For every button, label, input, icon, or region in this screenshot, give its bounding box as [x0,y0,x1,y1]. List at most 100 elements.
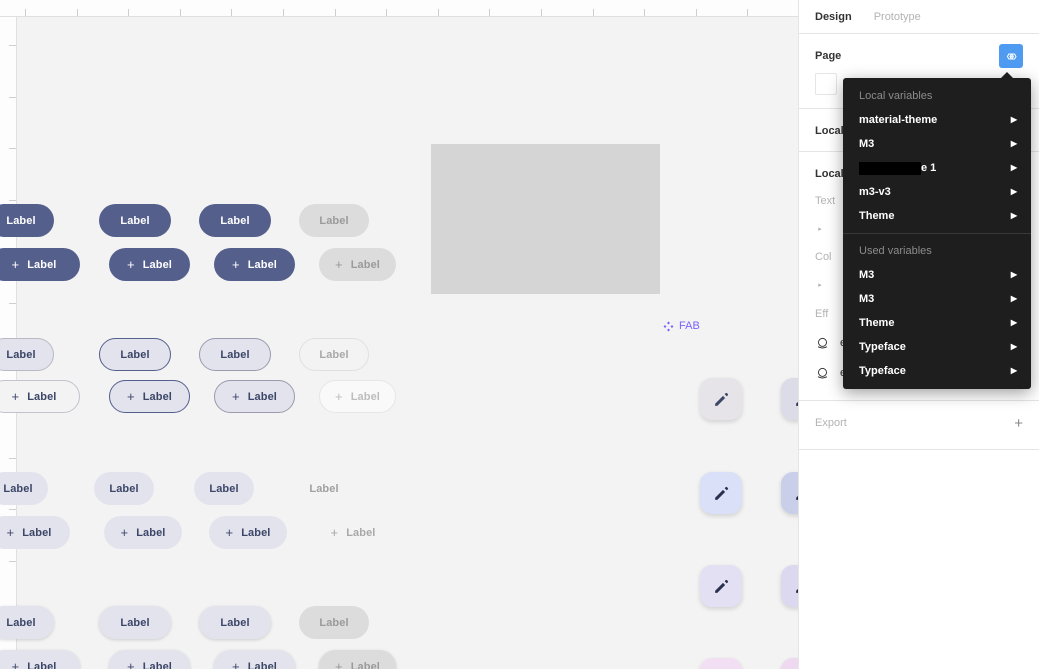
effects-title: Eff [815,308,829,320]
menu-item-m3-a[interactable]: M3 ▶ [843,132,1031,156]
m3-button-outlined-buttons-icon-2[interactable]: + Label [214,380,295,413]
fab-fab-5[interactable] [700,565,742,607]
fab-fab-2[interactable] [781,378,798,420]
m3-button-text-buttons-2[interactable]: Label [194,472,254,505]
m3-button-outlined-buttons-1[interactable]: Label [99,338,171,371]
fab-fab-4[interactable] [781,472,798,514]
m3-button-text-buttons-icon-1[interactable]: + Label [104,516,182,549]
placeholder-rectangle[interactable] [431,144,660,294]
menu-item-m3-v3[interactable]: m3-v3 ▶ [843,180,1031,204]
m3-button-elevated-buttons-icon-2[interactable]: + Label [214,650,295,669]
menu-item-redacted-1[interactable]: e 1 ▶ [843,156,1031,180]
ruler-tick [747,9,748,16]
m3-button-outlined-buttons-0[interactable]: Label [0,338,54,371]
ruler-tick [335,9,336,16]
m3-button-filled-buttons-1[interactable]: Label [99,204,171,237]
m3-button-filled-buttons-icon-2[interactable]: + Label [214,248,295,281]
ruler-tick [231,9,232,16]
menu-item-text: e 1 [921,162,937,174]
menu-item-typeface-a[interactable]: Typeface ▶ [843,335,1031,359]
submenu-arrow-icon: ▶ [1010,187,1017,196]
m3-button-outlined-buttons-3[interactable]: Label [299,338,369,371]
fab-fab-1[interactable] [700,378,742,420]
page-section-header: Page [815,42,1023,70]
ruler-tick [9,97,16,98]
m3-button-outlined-buttons-icon-0[interactable]: + Label [0,380,80,413]
menu-item-text: M3 [859,269,875,281]
fab-fab-8[interactable] [781,658,798,669]
tab-prototype[interactable]: Prototype [874,11,921,23]
ruler-tick [9,200,16,201]
m3-button-filled-buttons-3[interactable]: Label [299,204,369,237]
menu-item-theme-b[interactable]: Theme ▶ [843,311,1031,335]
plus-icon: + [335,256,343,272]
menu-item-theme-a[interactable]: Theme ▶ [843,204,1031,228]
panel-tab-bar: Design Prototype [799,0,1039,34]
button-label: Label [319,348,349,361]
m3-button-outlined-buttons-2[interactable]: Label [199,338,271,371]
button-label: Label [27,390,57,403]
plus-icon: + [11,256,20,272]
m3-button-text-buttons-1[interactable]: Label [94,472,154,505]
design-canvas[interactable]: Label Label Label Label + Label + Label + Label + L… [0,0,798,669]
component-set-label[interactable]: FAB [663,320,700,332]
menu-item-material-theme[interactable]: material-theme ▶ [843,108,1031,132]
ruler-tick [9,45,16,46]
menu-item-label: m3-v3 [859,186,891,198]
effect-style-icon [817,367,828,378]
m3-button-filled-buttons-2[interactable]: Label [199,204,271,237]
variables-button[interactable] [999,44,1023,68]
m3-button-outlined-buttons-icon-3[interactable]: + Label [319,380,396,413]
m3-button-elevated-buttons-icon-0[interactable]: + Label [0,650,80,669]
submenu-arrow-icon: ▶ [1010,366,1017,375]
plus-icon: + [335,388,343,404]
plus-icon: + [11,658,20,669]
submenu-arrow-icon: ▶ [1010,163,1017,172]
ruler-tick [25,9,26,16]
menu-item-m3-b[interactable]: M3 ▶ [843,263,1031,287]
component-diamond-icon [663,321,674,331]
menu-item-label: M3 [859,138,874,150]
m3-button-text-buttons-icon-0[interactable]: + Label [0,516,70,549]
plus-icon: + [127,388,135,404]
menu-item-text: Theme [859,317,895,329]
m3-button-filled-buttons-icon-0[interactable]: + Label [0,248,80,281]
fab-fab-3[interactable] [700,472,742,514]
m3-button-elevated-buttons-0[interactable]: Label [0,606,54,639]
add-export-button[interactable]: + [1014,416,1023,431]
fab-fab-6[interactable] [781,565,798,607]
export-title: Export [815,417,847,429]
submenu-arrow-icon: ▶ [1010,294,1017,303]
menu-item-text: m3-v3 [859,186,891,198]
ruler-tick [283,9,284,16]
plus-icon: + [232,256,240,272]
m3-button-elevated-buttons-icon-1[interactable]: + Label [109,650,190,669]
tab-design[interactable]: Design [815,11,852,23]
fab-fab-7[interactable] [700,658,742,669]
menu-item-m3-c[interactable]: M3 ▶ [843,287,1031,311]
button-label: Label [350,258,380,271]
m3-button-elevated-buttons-2[interactable]: Label [199,606,271,639]
menu-item-typeface-b[interactable]: Typeface ▶ [843,359,1031,383]
ruler-tick [180,9,181,16]
canvas-viewport[interactable]: Label Label Label Label + Label + Label + Label + L… [0,18,798,669]
m3-button-text-buttons-3[interactable]: Label [294,472,354,505]
m3-button-filled-buttons-icon-3[interactable]: + Label [319,248,396,281]
chevron-right-icon: ▸ [818,281,822,289]
button-label: Label [319,214,349,227]
m3-button-text-buttons-icon-3[interactable]: + Label [314,516,392,549]
menu-divider [843,233,1031,234]
page-background-swatch[interactable] [815,73,837,95]
m3-button-text-buttons-0[interactable]: Label [0,472,48,505]
m3-button-filled-buttons-icon-1[interactable]: + Label [109,248,190,281]
m3-button-text-buttons-icon-2[interactable]: + Label [209,516,287,549]
plus-icon: + [120,524,129,540]
m3-button-elevated-buttons-1[interactable]: Label [99,606,171,639]
m3-button-filled-buttons-0[interactable]: Label [0,204,54,237]
menu-item-label: Theme [859,317,894,329]
variables-dropdown-menu[interactable]: Local variables material-theme ▶ M3 ▶ e 1 ▶ m3-… [843,72,1031,389]
m3-button-elevated-buttons-3[interactable]: Label [299,606,369,639]
menu-item-label: M3 [859,293,874,305]
m3-button-elevated-buttons-icon-3[interactable]: + Label [319,650,396,669]
m3-button-outlined-buttons-icon-1[interactable]: + Label [109,380,190,413]
